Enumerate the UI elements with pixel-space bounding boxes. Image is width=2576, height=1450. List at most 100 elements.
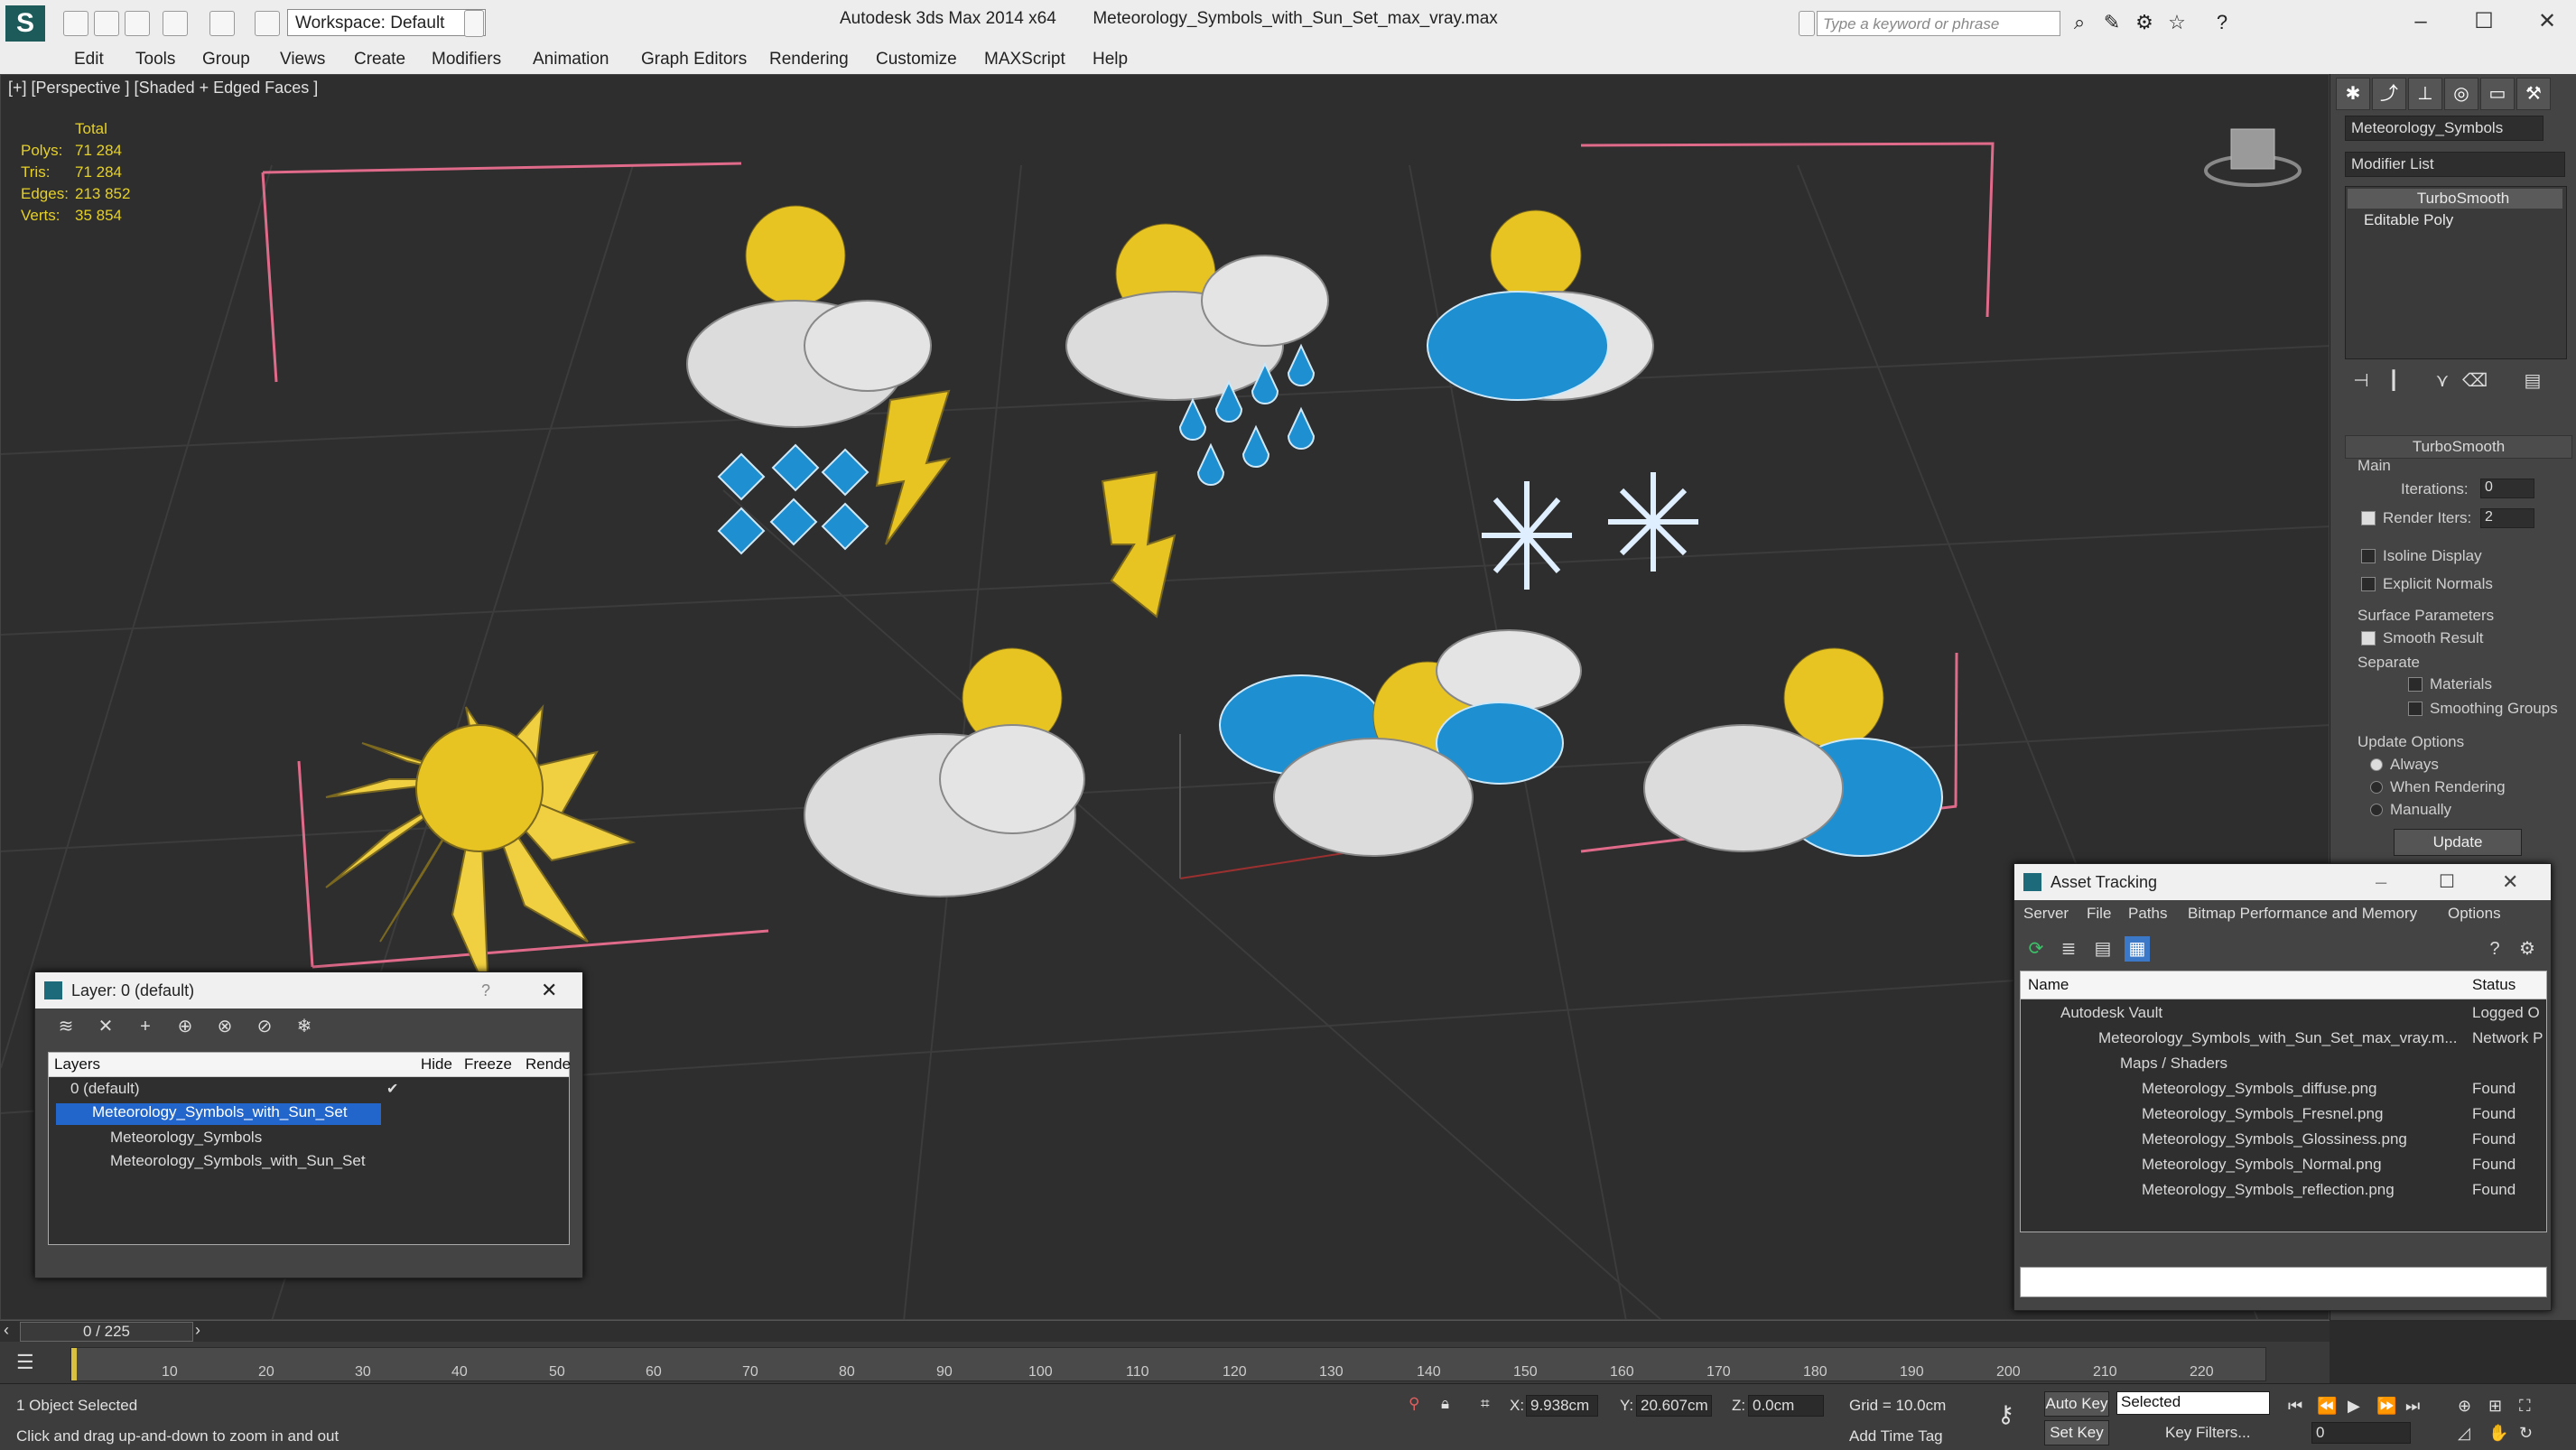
frame-ruler[interactable]: 10 20 30 40 50 60 70 80 90 100 110 120 1… <box>70 1347 2266 1381</box>
utilities-tab-icon[interactable]: ⚒ <box>2516 78 2551 110</box>
object-name-field[interactable]: Meteorology_Symbols <box>2345 116 2543 141</box>
viewport-label[interactable]: [+] [Perspective ] [Shaded + Edged Faces… <box>8 79 318 98</box>
menu-tools[interactable]: Tools <box>135 50 175 70</box>
display-tab-icon[interactable]: ▭ <box>2480 78 2515 110</box>
menu-graph-editors[interactable]: Graph Editors <box>641 50 747 70</box>
new-file-icon[interactable] <box>63 11 88 36</box>
arrow-right-icon[interactable] <box>1799 11 1815 36</box>
maximize-button[interactable]: ☐ <box>2439 864 2455 900</box>
close-button[interactable]: ✕ <box>2502 864 2518 900</box>
project-folder-icon[interactable] <box>255 11 280 36</box>
z-coordinate-field[interactable]: 0.0cm <box>1748 1395 1824 1417</box>
minimize-button[interactable]: – <box>2398 5 2443 38</box>
undo-icon[interactable] <box>163 11 188 36</box>
close-icon[interactable]: ✕ <box>541 972 557 1008</box>
asset-row-map[interactable]: Meteorology_Symbols_reflection.png <box>2142 1181 2395 1199</box>
hail-symbol[interactable] <box>717 443 870 555</box>
favorites-star-icon[interactable]: ☆ <box>2165 11 2189 34</box>
asset-row-map[interactable]: Meteorology_Symbols_diffuse.png <box>2142 1080 2377 1098</box>
select-objects-icon[interactable]: ⊕ <box>172 1014 198 1039</box>
minimize-button[interactable]: – <box>2376 864 2386 900</box>
render-iters-checkbox[interactable] <box>2361 511 2376 525</box>
menu-server[interactable]: Server <box>2023 905 2069 923</box>
list-view-icon[interactable]: ≣ <box>2056 936 2081 962</box>
zoom-extents-icon[interactable]: ⛶ <box>2519 1397 2531 1416</box>
sun-cloud-symbol[interactable] <box>686 205 932 428</box>
explicit-normals-checkbox[interactable] <box>2361 577 2376 591</box>
help-icon[interactable]: ? <box>2210 11 2234 34</box>
key-filters-button[interactable]: Key Filters... <box>2165 1424 2250 1442</box>
x-coordinate-field[interactable]: 9.938cm <box>1526 1395 1598 1417</box>
asset-row-map[interactable]: Meteorology_Symbols_Glossiness.png <box>2142 1130 2407 1148</box>
menu-create[interactable]: Create <box>354 50 405 70</box>
asset-row-vault[interactable]: Autodesk Vault <box>2060 1004 2162 1022</box>
menu-maxscript[interactable]: MAXScript <box>984 50 1065 70</box>
menu-edit[interactable]: Edit <box>74 50 104 70</box>
hierarchy-tab-icon[interactable]: ⊥ <box>2408 78 2442 110</box>
modifier-list-dropdown[interactable]: Modifier List <box>2345 152 2565 177</box>
chevron-down-icon[interactable] <box>464 10 484 37</box>
smoothing-groups-checkbox[interactable] <box>2408 702 2423 716</box>
rain-cloud-symbol[interactable] <box>1065 223 1329 618</box>
render-iters-spinner[interactable]: 2 <box>2480 508 2534 528</box>
menu-customize[interactable]: Customize <box>876 50 957 70</box>
close-button[interactable]: ✕ <box>2525 5 2570 38</box>
show-end-result-icon[interactable]: ┃ <box>2381 368 2406 394</box>
sun-symbol[interactable] <box>325 703 637 997</box>
update-button[interactable]: Update <box>2394 829 2522 856</box>
asset-path-field[interactable] <box>2020 1267 2547 1297</box>
absolute-mode-icon[interactable]: ⌗ <box>1481 1395 1490 1413</box>
app-logo-icon[interactable]: S <box>5 5 45 42</box>
table-view-icon[interactable]: ▦ <box>2125 936 2150 962</box>
lightning-symbol[interactable] <box>875 389 952 545</box>
delete-layer-icon[interactable]: ✕ <box>93 1014 118 1039</box>
modify-tab-icon[interactable]: ⤴ <box>2372 78 2406 110</box>
open-file-icon[interactable] <box>94 11 119 36</box>
materials-checkbox[interactable] <box>2408 677 2423 692</box>
track-bar[interactable]: ☰ 10 20 30 40 50 60 70 80 90 100 110 120… <box>0 1342 2330 1383</box>
asset-row-map[interactable]: Meteorology_Symbols_Normal.png <box>2142 1156 2382 1174</box>
add-time-tag[interactable]: Add Time Tag <box>1849 1427 1943 1445</box>
lock-selection-icon[interactable]: 🔒︎ <box>1441 1395 1449 1413</box>
menu-options[interactable]: Options <box>2448 905 2501 923</box>
help-icon[interactable]: ? <box>481 972 490 1008</box>
menu-help[interactable]: Help <box>1093 50 1128 70</box>
stack-item-editable-poly[interactable]: Editable Poly <box>2364 210 2453 230</box>
workspace-dropdown[interactable]: Workspace: Default <box>287 9 486 36</box>
communication-center-icon[interactable]: ⚙ <box>2133 11 2156 34</box>
highlight-layer-icon[interactable]: ⊗ <box>212 1014 237 1039</box>
add-layer-icon[interactable]: + <box>133 1014 158 1039</box>
menu-views[interactable]: Views <box>280 50 325 70</box>
mini-curve-editor-icon[interactable]: ☰ <box>16 1351 34 1374</box>
play-icon[interactable]: ▶ <box>2348 1397 2360 1416</box>
menu-file[interactable]: File <box>2087 905 2111 923</box>
turbosmooth-rollout[interactable]: TurboSmooth <box>2345 435 2572 459</box>
when-rendering-radio[interactable] <box>2370 781 2383 794</box>
zoom-icon[interactable]: ⊕ <box>2458 1397 2471 1416</box>
y-coordinate-field[interactable]: 20.607cm <box>1636 1395 1712 1417</box>
asset-row-maps[interactable]: Maps / Shaders <box>2120 1055 2227 1073</box>
hide-all-icon[interactable]: ⊘ <box>252 1014 277 1039</box>
field-of-view-icon[interactable]: ◿ <box>2458 1424 2470 1443</box>
sun-cloud-bottom-symbol[interactable] <box>1643 647 1943 857</box>
menu-modifiers[interactable]: Modifiers <box>432 50 501 70</box>
menu-paths[interactable]: Paths <box>2128 905 2167 923</box>
next-frame-icon[interactable]: › <box>195 1321 200 1340</box>
menu-animation[interactable]: Animation <box>533 50 609 70</box>
detail-view-icon[interactable]: ▤ <box>2090 936 2116 962</box>
manually-radio[interactable] <box>2370 804 2383 816</box>
tools-icon[interactable]: ✎ <box>2100 11 2124 34</box>
always-radio[interactable] <box>2370 758 2383 771</box>
make-unique-icon[interactable]: ⋎ <box>2430 368 2455 394</box>
key-mode-dropdown[interactable]: Selected <box>2116 1391 2270 1415</box>
maximize-button[interactable]: ☐ <box>2461 5 2506 38</box>
remove-modifier-icon[interactable]: ⌫ <box>2462 368 2488 394</box>
isolate-icon[interactable]: ⚲ <box>1409 1395 1419 1413</box>
auto-key-button[interactable]: Auto Key <box>2044 1391 2109 1417</box>
menu-bitmap-performance[interactable]: Bitmap Performance and Memory <box>2188 905 2417 923</box>
next-frame-icon[interactable]: ⏩ <box>2376 1397 2396 1416</box>
redo-icon[interactable] <box>209 11 235 36</box>
isoline-checkbox[interactable] <box>2361 549 2376 563</box>
save-file-icon[interactable] <box>125 11 150 36</box>
viewcube-icon[interactable] <box>2204 128 2302 187</box>
